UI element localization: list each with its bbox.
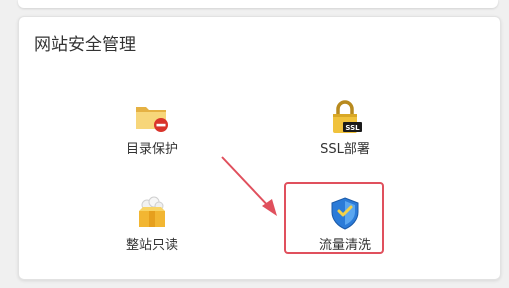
annotation-arrow [221, 156, 277, 216]
